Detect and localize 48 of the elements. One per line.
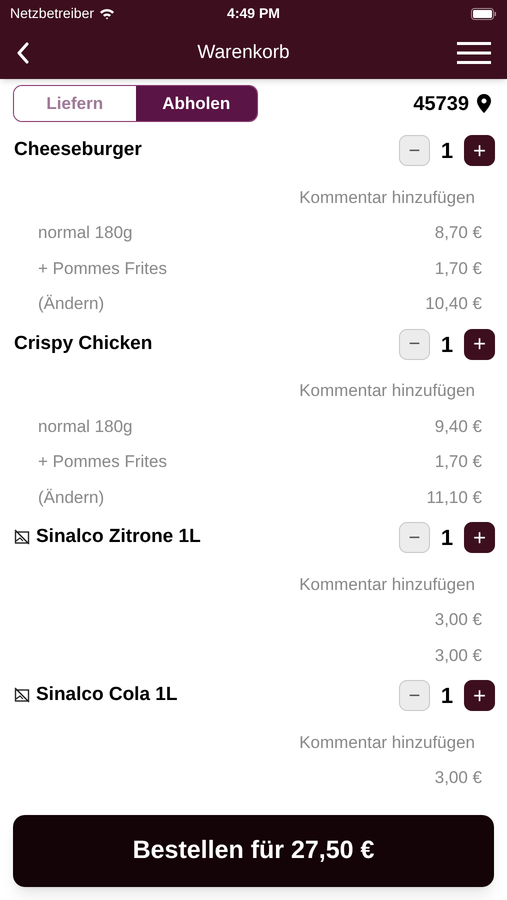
option-label: + Pommes Frites xyxy=(38,451,167,473)
option-label: (Ändern) xyxy=(38,486,104,508)
price: 3,00 € xyxy=(434,644,482,666)
decrease-button[interactable]: − xyxy=(399,328,430,360)
increase-button[interactable]: + xyxy=(464,135,495,166)
postcode: 45739 xyxy=(413,92,469,116)
price: 3,00 € xyxy=(434,767,482,789)
location-pin-icon[interactable] xyxy=(477,94,491,113)
option-label: normal 180g xyxy=(38,222,133,244)
increase-button[interactable]: + xyxy=(464,680,495,711)
add-comment-link[interactable]: Kommentar hinzufügen xyxy=(299,184,475,210)
price: 1,70 € xyxy=(434,258,482,280)
mode-tab[interactable]: Abholen xyxy=(136,86,257,121)
add-comment-link[interactable]: Kommentar hinzufügen xyxy=(299,730,475,756)
price: 9,40 € xyxy=(434,416,482,438)
item-name: Sinalco Zitrone 1L xyxy=(36,525,201,549)
item-name: Sinalco Cola 1L xyxy=(36,683,178,707)
add-comment-link[interactable]: Kommentar hinzufügen xyxy=(299,572,475,598)
increase-button[interactable]: + xyxy=(464,522,495,553)
item-name: Cheeseburger xyxy=(14,138,142,162)
menu-icon[interactable] xyxy=(457,41,491,65)
decrease-button[interactable]: − xyxy=(399,522,430,553)
decrease-button[interactable]: − xyxy=(399,135,430,166)
decrease-button[interactable]: − xyxy=(399,680,430,711)
price: 11,10 € xyxy=(426,486,482,508)
quantity: 1 xyxy=(440,682,454,710)
price: 3,00 € xyxy=(434,609,482,631)
quantity: 1 xyxy=(440,330,454,358)
page-title: Warenkorb xyxy=(197,40,290,65)
carrier-name: Netzbetreiber xyxy=(10,4,94,23)
wifi-icon xyxy=(99,8,116,20)
price: 8,70 € xyxy=(434,222,482,244)
item-name: Crispy Chicken xyxy=(14,332,152,356)
order-button[interactable]: Bestellen für 27,50 € xyxy=(13,815,494,887)
add-comment-link[interactable]: Kommentar hinzufügen xyxy=(299,378,475,404)
option-label: + Pommes Frites xyxy=(38,258,167,280)
back-icon[interactable] xyxy=(16,42,30,64)
image-unavailable-icon xyxy=(14,529,30,545)
price: 1,70 € xyxy=(434,451,482,473)
quantity: 1 xyxy=(440,524,454,552)
clock: 4:49 PM xyxy=(227,4,280,23)
price: 10,40 € xyxy=(425,293,482,315)
option-label: (Ändern) xyxy=(38,293,104,315)
image-unavailable-icon xyxy=(14,687,30,703)
battery-icon xyxy=(471,8,497,20)
quantity: 1 xyxy=(440,137,454,165)
option-label: normal 180g xyxy=(38,416,133,438)
increase-button[interactable]: + xyxy=(464,328,495,360)
